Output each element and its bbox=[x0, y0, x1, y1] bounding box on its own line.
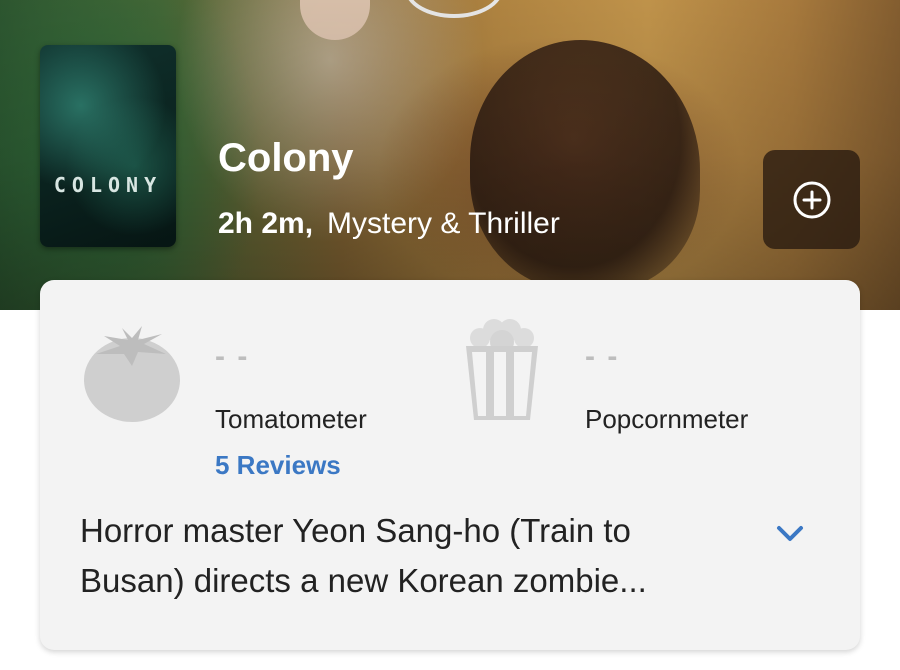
poster-title: COLONY bbox=[53, 173, 163, 197]
add-to-watchlist-button[interactable] bbox=[763, 150, 860, 249]
movie-poster[interactable]: COLONY bbox=[40, 45, 176, 247]
popcornmeter-label: Popcornmeter bbox=[585, 404, 749, 434]
hero-backdrop: COLONY Colony 2h 2m, Mystery & Thriller bbox=[0, 0, 900, 310]
tomatometer-label: Tomatometer bbox=[215, 404, 367, 434]
chevron-down-icon[interactable] bbox=[775, 522, 805, 546]
runtime: 2h 2m, bbox=[218, 207, 314, 240]
genre: Mystery & Thriller bbox=[327, 207, 560, 240]
popcorn-icon bbox=[466, 319, 538, 420]
popcornmeter-score: - - bbox=[585, 340, 620, 373]
tomato-icon bbox=[84, 326, 180, 422]
plus-circle-icon bbox=[793, 181, 830, 218]
tomatometer-score: - - bbox=[215, 340, 250, 373]
synopsis-text[interactable]: Horror master Yeon Sang-ho (Train to Bus… bbox=[80, 506, 740, 606]
ratings-card: - - Tomatometer 5 Reviews - - Popcornmet… bbox=[40, 280, 860, 650]
movie-title: Colony bbox=[218, 136, 354, 180]
reviews-link[interactable]: 5 Reviews bbox=[215, 450, 341, 481]
movie-meta: 2h 2m, Mystery & Thriller bbox=[218, 207, 560, 241]
